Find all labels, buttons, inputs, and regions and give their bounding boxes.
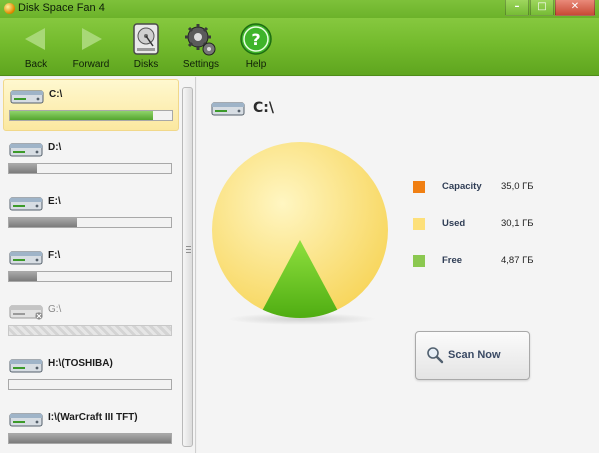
drive-item[interactable]: F:\ (3, 241, 179, 293)
drive-item[interactable]: E:\ (3, 187, 179, 239)
drive-name: I:\(WarCraft III TFT) (48, 412, 138, 423)
drive-icon (9, 194, 43, 212)
drive-details-panel: C:\ Capacity 35,0 ГБ Used 30,1 ГБ Free 4… (197, 77, 599, 453)
drive-item[interactable]: I:\(WarCraft III TFT) (3, 403, 179, 453)
disk-usage-pie-chart (212, 142, 388, 318)
drive-item[interactable]: D:\ (3, 133, 179, 185)
drive-name: H:\(TOSHIBA) (48, 358, 113, 369)
legend-label: Capacity (442, 181, 482, 192)
drive-name: C:\ (49, 89, 63, 100)
legend-label: Free (442, 255, 463, 266)
drive-usage-bar (8, 271, 172, 282)
forward-label: Forward (72, 59, 110, 70)
legend-swatch (413, 181, 425, 193)
drive-usage-bar (8, 325, 172, 336)
legend-swatch (413, 255, 425, 267)
legend-value: 4,87 ГБ (501, 255, 534, 266)
drive-icon (9, 410, 43, 428)
forward-button[interactable]: Forward (65, 22, 117, 70)
scan-now-label: Scan Now (448, 349, 501, 361)
drive-usage-bar (8, 163, 172, 174)
drive-list: C:\ D:\ E:\ F:\ G:\ H:\(TOSHIBA) I:\(War… (3, 79, 179, 453)
hard-disk-icon (129, 22, 163, 56)
drive-list-panel: C:\ D:\ E:\ F:\ G:\ H:\(TOSHIBA) I:\(War… (0, 77, 196, 453)
drive-usage-bar (9, 110, 173, 121)
legend-value: 35,0 ГБ (501, 181, 534, 192)
scrollbar-grip-icon (186, 246, 191, 253)
drive-name: G:\ (48, 304, 62, 315)
drive-icon (10, 87, 44, 105)
drive-item[interactable]: C:\ (3, 79, 179, 131)
forward-arrow-icon (74, 22, 108, 56)
drive-name: D:\ (48, 142, 62, 153)
help-button[interactable]: ? Help (230, 22, 282, 70)
settings-button[interactable]: Settings (175, 22, 227, 70)
magnifier-icon (427, 347, 444, 364)
help-label: Help (245, 59, 267, 70)
drive-usage-bar (8, 433, 172, 444)
title-bar: Disk Space Fan 4 – □ ✕ (0, 0, 599, 18)
drive-usage-bar (8, 217, 172, 228)
drive-item[interactable]: H:\(TOSHIBA) (3, 349, 179, 401)
close-button[interactable]: ✕ (555, 0, 595, 16)
drive-icon (9, 248, 43, 266)
legend-label: Used (442, 218, 466, 229)
back-button[interactable]: Back (10, 22, 62, 70)
toolbar: Back Forward Disks Settings ? Help (0, 18, 599, 76)
settings-label: Settings (182, 59, 220, 70)
back-label: Back (24, 59, 48, 70)
scan-now-button[interactable]: Scan Now (415, 331, 530, 380)
drive-item[interactable]: G:\ (3, 295, 179, 347)
drive-icon (9, 302, 43, 320)
app-icon (4, 3, 15, 14)
back-arrow-icon (19, 22, 53, 56)
drive-list-scrollbar[interactable] (181, 81, 194, 451)
drive-icon (9, 356, 43, 374)
drive-icon (9, 140, 43, 158)
gears-icon (184, 22, 218, 56)
drive-name: F:\ (48, 250, 61, 261)
selected-drive-title: C:\ (253, 100, 274, 116)
window-title: Disk Space Fan 4 (18, 2, 105, 14)
help-icon: ? (239, 22, 273, 56)
disks-button[interactable]: Disks (120, 22, 172, 70)
legend-value: 30,1 ГБ (501, 218, 534, 229)
legend-swatch (413, 218, 425, 230)
svg-text:?: ? (251, 30, 260, 49)
drive-name: E:\ (48, 196, 61, 207)
drive-icon (211, 99, 245, 117)
window-controls: – □ ✕ (504, 0, 595, 16)
drive-usage-bar (8, 379, 172, 390)
minimize-button[interactable]: – (505, 0, 529, 16)
scrollbar-thumb[interactable] (182, 87, 193, 447)
maximize-button[interactable]: □ (530, 0, 554, 16)
disks-label: Disks (133, 59, 159, 70)
